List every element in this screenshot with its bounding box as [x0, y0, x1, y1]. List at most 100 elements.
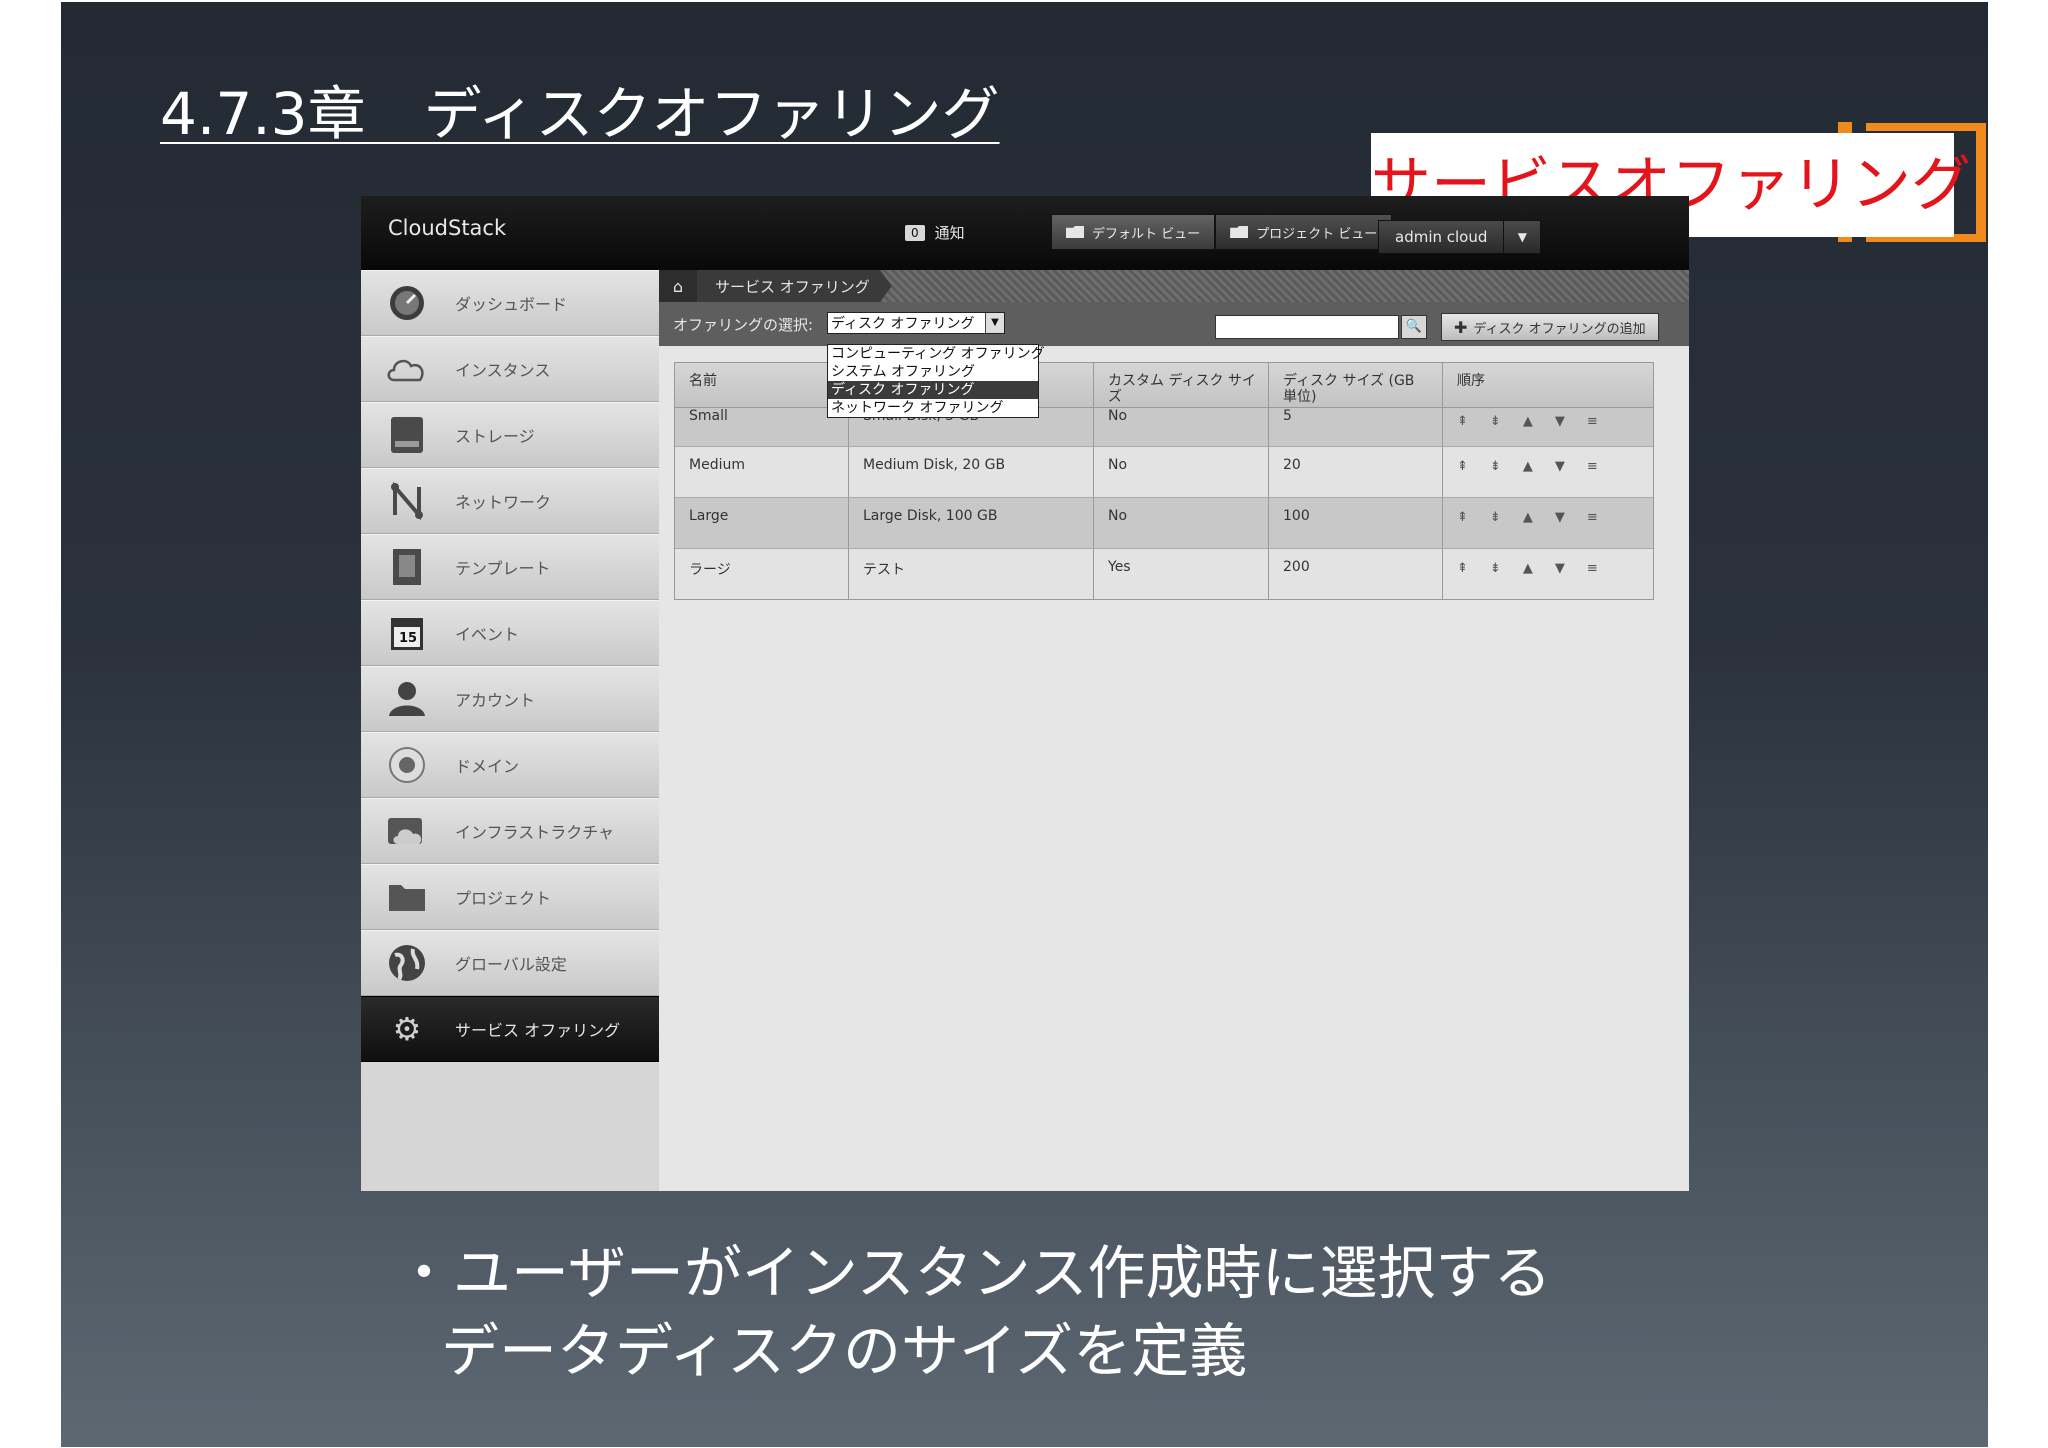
cell-name: Medium — [675, 447, 849, 497]
breadcrumb: ⌂ サービス オファリング — [659, 270, 1689, 302]
search-input[interactable] — [1215, 315, 1399, 339]
infrastructure-icon — [385, 809, 429, 853]
move-bottom-icon[interactable]: ⇟ — [1490, 459, 1501, 497]
sidebar-item-label: サービス オファリング — [455, 1021, 621, 1040]
sidebar-item-label: プロジェクト — [455, 889, 552, 908]
cell-custom-disk-size: No — [1094, 408, 1269, 446]
sidebar-item-events[interactable]: 15 イベント — [361, 600, 659, 666]
column-header-order: 順序 — [1457, 373, 1485, 389]
move-bottom-icon[interactable]: ⇟ — [1490, 414, 1501, 446]
move-down-icon[interactable]: ▼ — [1555, 561, 1565, 599]
main-panel: ⌂ サービス オファリング オファリングの選択: ディスク オファリング ▼ 🔍… — [659, 270, 1689, 1191]
dropdown-option-disk[interactable]: ディスク オファリング — [828, 381, 1038, 399]
sidebar-item-dashboard[interactable]: ダッシュボード — [361, 270, 659, 336]
move-down-icon[interactable]: ▼ — [1555, 459, 1565, 497]
move-up-icon[interactable]: ▲ — [1523, 510, 1533, 548]
move-down-icon[interactable]: ▼ — [1555, 414, 1565, 446]
bullet-line-2: データディスクのサイズを定義 — [441, 1317, 1248, 1385]
breadcrumb-current[interactable]: サービス オファリング — [697, 270, 892, 302]
sidebar-item-infrastructure[interactable]: インフラストラクチャ — [361, 798, 659, 864]
sidebar-item-label: ネットワーク — [455, 493, 552, 512]
move-up-icon[interactable]: ▲ — [1523, 459, 1533, 497]
table-row[interactable]: Large Large Disk, 100 GB No 100 ⇞ ⇟ ▲ ▼ … — [675, 498, 1653, 549]
network-icon — [385, 479, 429, 523]
move-up-icon[interactable]: ▲ — [1523, 414, 1533, 446]
order-actions: ⇞ ⇟ ▲ ▼ ≡ — [1443, 408, 1653, 446]
notification-count: 0 — [905, 224, 925, 241]
search-icon[interactable]: 🔍 — [1401, 315, 1427, 339]
add-disk-offering-button[interactable]: ✚ ディスク オファリングの追加 — [1441, 313, 1659, 341]
drag-handle-icon[interactable]: ≡ — [1587, 561, 1598, 599]
column-header-disk-size[interactable]: ディスク サイズ (GB 単位) — [1269, 363, 1443, 407]
sidebar-item-templates[interactable]: テンプレート — [361, 534, 659, 600]
sidebar-item-instances[interactable]: インスタンス — [361, 336, 659, 402]
tab-project-view[interactable]: プロジェクト ビュー — [1215, 214, 1393, 250]
brand-logo: CloudStack — [388, 216, 507, 240]
storage-icon — [385, 413, 429, 457]
bullet-text: ・ユーザーがインスタンス作成時に選択する データディスクのサイズを定義 — [395, 1234, 1552, 1390]
sidebar-item-service-offerings[interactable]: ⚙ サービス オファリング — [361, 996, 659, 1062]
drag-handle-icon[interactable]: ≡ — [1587, 414, 1598, 446]
sidebar-item-storage[interactable]: ストレージ — [361, 402, 659, 468]
table-row[interactable]: ラージ テスト Yes 200 ⇞ ⇟ ▲ ▼ ≡ — [675, 549, 1653, 599]
slide-title: 4.7.3章 ディスクオファリング — [160, 80, 1000, 148]
move-top-icon[interactable]: ⇞ — [1457, 561, 1468, 599]
move-top-icon[interactable]: ⇞ — [1457, 414, 1468, 446]
dropdown-option-compute[interactable]: コンピューティング オファリング — [828, 345, 1045, 363]
chevron-down-icon[interactable]: ▼ — [1504, 220, 1542, 254]
folder-icon — [385, 875, 429, 919]
move-down-icon[interactable]: ▼ — [1555, 510, 1565, 548]
column-header-name[interactable]: 名前 — [675, 363, 849, 407]
chevron-down-icon[interactable]: ▼ — [985, 313, 1004, 333]
table-row[interactable]: Medium Medium Disk, 20 GB No 20 ⇞ ⇟ ▲ ▼ … — [675, 447, 1653, 498]
sidebar: ダッシュボード インスタンス ストレージ ネットワーク テンプレート 15 イベ… — [361, 270, 659, 1191]
calendar-icon: 15 — [385, 611, 429, 655]
drag-handle-icon[interactable]: ≡ — [1587, 510, 1598, 548]
move-up-icon[interactable]: ▲ — [1523, 561, 1533, 599]
sidebar-item-projects[interactable]: プロジェクト — [361, 864, 659, 930]
plus-icon: ✚ — [1454, 317, 1468, 337]
sidebar-item-label: テンプレート — [455, 559, 551, 578]
user-menu[interactable]: admin cloud ▼ — [1378, 220, 1542, 254]
user-name[interactable]: admin cloud — [1378, 220, 1505, 254]
offering-select[interactable]: ディスク オファリング ▼ — [827, 312, 1005, 334]
add-button-label: ディスク オファリングの追加 — [1473, 321, 1646, 337]
dropdown-option-network[interactable]: ネットワーク オファリング — [828, 399, 1038, 417]
order-actions: ⇞ ⇟ ▲ ▼ ≡ — [1443, 549, 1653, 599]
offerings-table: 名前 説明 カスタム ディスク サイズ ディスク サイズ (GB 単位) 順序 … — [674, 362, 1654, 600]
home-icon[interactable]: ⌂ — [659, 270, 697, 302]
sidebar-item-label: イベント — [455, 625, 520, 644]
view-tabs: デフォルト ビュー プロジェクト ビュー — [1051, 214, 1393, 250]
cell-custom-disk-size: No — [1094, 447, 1269, 497]
move-top-icon[interactable]: ⇞ — [1457, 510, 1468, 548]
dropdown-option-system[interactable]: システム オファリング — [828, 363, 1038, 381]
cell-disk-size: 100 — [1269, 498, 1443, 548]
sidebar-item-domains[interactable]: ドメイン — [361, 732, 659, 798]
cell-description: Large Disk, 100 GB — [849, 498, 1094, 548]
sidebar-item-label: インスタンス — [455, 361, 551, 380]
gear-icon: ⚙ — [392, 1010, 422, 1048]
notification-label: 通知 — [934, 224, 965, 242]
table-row[interactable]: Small Small Disk, 5 GB No 5 ⇞ ⇟ ▲ ▼ ≡ — [675, 408, 1653, 447]
cloudstack-screenshot: CloudStack 0 通知 デフォルト ビュー プロジェクト ビュー adm… — [361, 196, 1689, 1191]
drag-handle-icon[interactable]: ≡ — [1587, 459, 1598, 497]
tab-default-view[interactable]: デフォルト ビュー — [1051, 214, 1216, 250]
cell-disk-size: 20 — [1269, 447, 1443, 497]
column-header-custom-disk-size[interactable]: カスタム ディスク サイズ — [1094, 363, 1269, 407]
cell-custom-disk-size: No — [1094, 498, 1269, 548]
sidebar-item-label: グローバル設定 — [455, 955, 567, 974]
cell-name: Small — [675, 408, 849, 446]
notifications[interactable]: 0 通知 — [905, 222, 965, 243]
sidebar-item-network[interactable]: ネットワーク — [361, 468, 659, 534]
move-bottom-icon[interactable]: ⇟ — [1490, 561, 1501, 599]
table-header: 名前 説明 カスタム ディスク サイズ ディスク サイズ (GB 単位) 順序 — [675, 363, 1653, 408]
move-top-icon[interactable]: ⇞ — [1457, 459, 1468, 497]
sidebar-item-accounts[interactable]: アカウント — [361, 666, 659, 732]
move-bottom-icon[interactable]: ⇟ — [1490, 510, 1501, 548]
sidebar-item-label: ドメイン — [455, 757, 520, 776]
calendar-day: 15 — [399, 631, 418, 646]
bullet-line-1: ・ユーザーがインスタンス作成時に選択する — [395, 1239, 1552, 1307]
sidebar-item-global-settings[interactable]: グローバル設定 — [361, 930, 659, 996]
orange-bar-top — [1866, 123, 1986, 131]
user-icon — [385, 677, 429, 721]
